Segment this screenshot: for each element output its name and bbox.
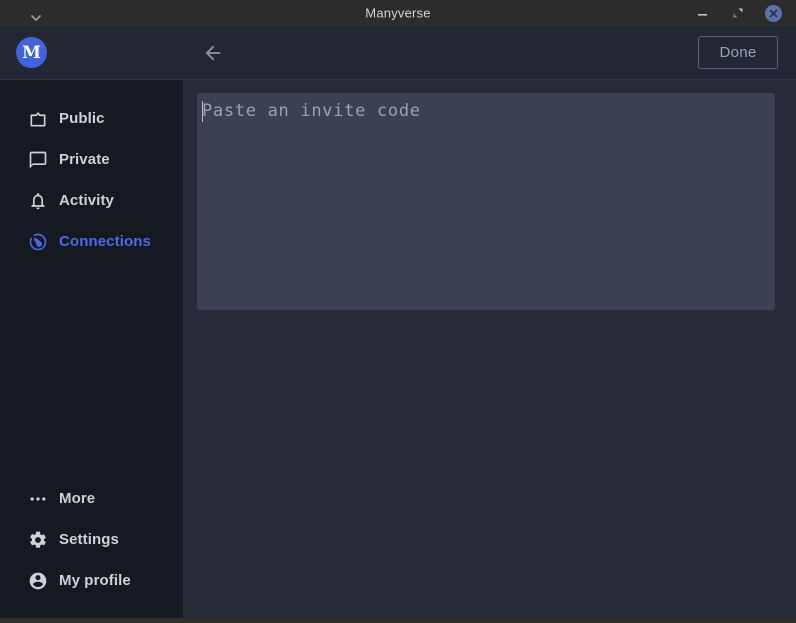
invite-textarea-wrap — [197, 93, 775, 310]
connections-dial-icon — [28, 232, 48, 252]
done-button[interactable]: Done — [698, 36, 778, 69]
ellipsis-icon — [28, 489, 48, 509]
app-body: Public Private A — [0, 80, 796, 618]
sidebar-top-group: Public Private A — [0, 98, 183, 262]
chat-bubble-icon — [28, 150, 48, 170]
sidebar-item-label: Private — [59, 151, 110, 168]
sidebar-item-private[interactable]: Private — [0, 139, 183, 180]
sidebar-item-more[interactable]: More — [0, 478, 183, 519]
window-controls — [695, 0, 782, 26]
sidebar-item-connections[interactable]: Connections — [0, 221, 183, 262]
sidebar-bottom-group: More Settings My — [0, 478, 183, 601]
gear-icon — [28, 530, 48, 550]
sidebar-item-activity[interactable]: Activity — [0, 180, 183, 221]
account-circle-icon — [28, 571, 48, 591]
manyverse-window: Manyverse M Done — [0, 0, 796, 623]
sidebar-item-my-profile[interactable]: My profile — [0, 560, 183, 601]
window-title: Manyverse — [365, 6, 430, 21]
sidebar-item-label: Connections — [59, 233, 151, 250]
manyverse-logo-icon: M — [16, 37, 47, 68]
sidebar-item-settings[interactable]: Settings — [0, 519, 183, 560]
window-menu-chevron-icon[interactable] — [30, 9, 42, 17]
restore-icon[interactable] — [730, 5, 746, 21]
bulletin-board-icon — [28, 109, 48, 129]
app-topbar: M Done — [0, 26, 796, 80]
sidebar-item-label: Public — [59, 110, 105, 127]
minimize-icon[interactable] — [695, 5, 711, 21]
titlebar: Manyverse — [0, 0, 796, 26]
window-bottom-frame — [0, 618, 796, 623]
close-icon[interactable] — [765, 5, 782, 22]
sidebar-item-public[interactable]: Public — [0, 98, 183, 139]
invite-content-area — [183, 80, 796, 618]
sidebar-item-label: More — [59, 490, 95, 507]
sidebar-item-label: Settings — [59, 531, 119, 548]
sidebar-item-label: Activity — [59, 192, 114, 209]
sidebar-item-label: My profile — [59, 572, 131, 589]
invite-code-input[interactable] — [197, 93, 775, 310]
sidebar: Public Private A — [0, 80, 183, 618]
back-arrow-icon[interactable] — [200, 40, 226, 66]
bell-icon — [28, 191, 48, 211]
